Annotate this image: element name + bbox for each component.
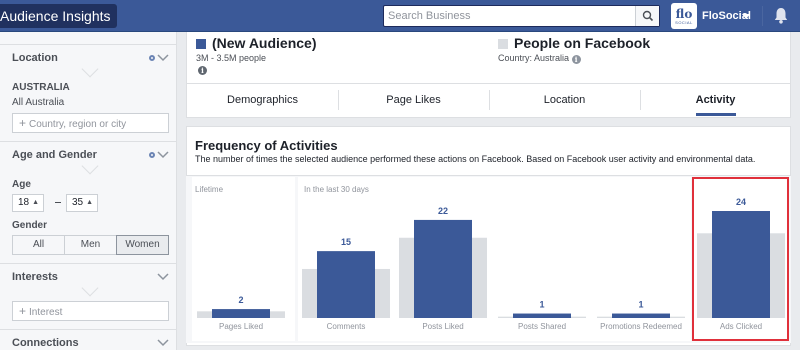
connections-heading: Connections [12, 337, 79, 349]
comparison-country-text: Country: Australia [498, 53, 570, 63]
brand-logo-subtext: SOCIAL [675, 19, 693, 25]
audience-bar [612, 313, 670, 318]
info-icon[interactable]: i [198, 66, 207, 75]
interests-heading: Interests [12, 271, 58, 283]
interest-input[interactable]: + Interest [12, 301, 169, 321]
age-max-value: 35 [72, 197, 84, 208]
info-icon[interactable]: i [571, 55, 581, 64]
location-input[interactable]: + Country, region or city [12, 113, 169, 133]
brand-logo[interactable]: flo SOCIAL [671, 3, 697, 29]
topbar-divider [762, 6, 763, 26]
audience-size: 3M - 3.5M people [196, 53, 267, 63]
tab-location[interactable]: Location [489, 84, 640, 118]
gender-women-button[interactable]: Women [116, 235, 169, 255]
category-label: Pages Liked [219, 322, 263, 331]
location-input-placeholder: Country, region or city [29, 119, 127, 130]
age-gender-heading: Age and Gender [12, 149, 97, 161]
chart-group-label: In the last 30 days [304, 185, 369, 194]
search-input[interactable] [384, 6, 636, 26]
select-arrows-icon: ▲ [86, 199, 93, 206]
gender-men-button[interactable]: Men [64, 235, 117, 255]
age-label: Age [12, 179, 31, 190]
comparison-color-swatch [498, 39, 508, 49]
category-label: Posts Liked [422, 322, 463, 331]
interest-input-placeholder: Interest [29, 307, 63, 318]
comparison-name: People on Facebook [514, 35, 651, 51]
chevron-down-icon[interactable] [157, 270, 169, 282]
plus-icon: + [19, 304, 27, 318]
connections-section-header[interactable]: Connections [0, 329, 176, 350]
bar-value-label: 22 [438, 206, 448, 216]
chevron-down-icon[interactable] [157, 336, 169, 348]
tab-demographics[interactable]: Demographics [187, 84, 338, 118]
brand-logo-text: flo [675, 6, 693, 21]
audience-bar [513, 313, 571, 318]
chart-group-label: Lifetime [195, 185, 224, 194]
location-heading: Location [12, 52, 58, 64]
comparison-country: Country: Australia i [498, 53, 581, 64]
bar-value-label: 15 [341, 237, 351, 247]
age-min-value: 18 [18, 197, 30, 208]
notifications-bell-icon[interactable] [774, 7, 788, 24]
search-button[interactable] [635, 6, 659, 26]
active-tab-indicator [696, 113, 736, 116]
chevron-down-icon[interactable] [157, 148, 169, 160]
app-title[interactable]: Audience Insights [0, 4, 117, 28]
age-gender-settings-icon[interactable] [149, 152, 155, 158]
section-description: The number of times the selected audienc… [195, 154, 756, 164]
filters-sidebar: Location AUSTRALIA All Australia + Countr… [0, 32, 177, 350]
audience-color-swatch [196, 39, 206, 49]
chevron-down-icon[interactable] [157, 51, 169, 63]
age-range-dash [55, 202, 61, 203]
age-max-select[interactable]: 35 ▲ [66, 194, 98, 212]
audience-bar [317, 251, 375, 318]
select-arrows-icon: ▲ [32, 199, 39, 206]
audience-bar [212, 309, 270, 318]
search-box [383, 5, 660, 27]
bar-value-label: 1 [539, 300, 544, 310]
category-label: Comments [327, 322, 366, 331]
location-region: All Australia [12, 97, 65, 108]
location-country: AUSTRALIA [12, 82, 70, 93]
category-label: Posts Shared [518, 322, 566, 331]
audience-name: (New Audience) [212, 35, 317, 51]
category-label: Promotions Redeemed [600, 322, 682, 331]
gender-all-button[interactable]: All [12, 235, 65, 255]
location-settings-icon[interactable] [149, 55, 155, 61]
top-bar: Audience Insights flo SOCIAL FloSocial [0, 0, 800, 32]
account-dropdown-icon[interactable] [742, 14, 750, 19]
age-min-select[interactable]: 18 ▲ [12, 194, 44, 212]
bar-value-label: 1 [638, 300, 643, 310]
bar-value-label: 2 [238, 295, 243, 305]
plus-icon: + [19, 116, 27, 130]
gender-label: Gender [12, 220, 48, 231]
search-icon [642, 10, 653, 22]
highlight-box [692, 177, 789, 341]
section-title: Frequency of Activities [195, 138, 338, 153]
tab-page-likes[interactable]: Page Likes [338, 84, 489, 118]
audience-bar [414, 219, 472, 318]
